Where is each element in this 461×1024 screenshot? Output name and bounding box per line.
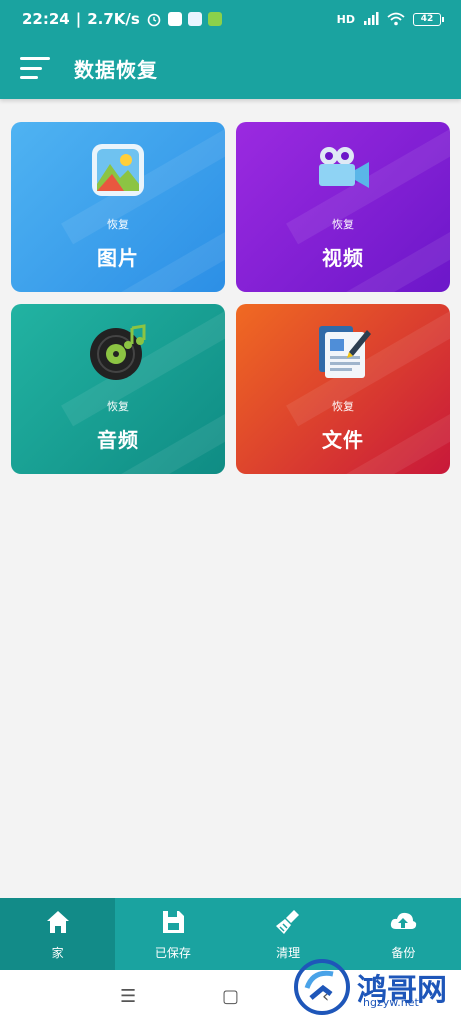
cloud-app-icon — [187, 12, 202, 26]
nav-label: 家 — [51, 945, 64, 960]
watermark-url: hgzyw.net — [363, 996, 419, 1009]
page-title: 数据恢复 — [74, 57, 158, 82]
wifi-icon — [387, 12, 405, 26]
status-time: 22:24 — [22, 10, 70, 28]
battery-icon: 42 — [413, 12, 444, 26]
card-label: 文件 — [322, 428, 364, 452]
card-caption: 恢复 — [107, 400, 129, 413]
status-bar: 22:24 | 2.7K/s HD 42 — [0, 0, 461, 38]
card-caption: 恢复 — [107, 218, 129, 231]
signal-icon — [364, 12, 379, 25]
card-label: 音频 — [97, 428, 139, 452]
broom-icon — [276, 909, 300, 934]
recover-videos-card[interactable]: 恢复 视频 — [236, 122, 450, 292]
shield-app-icon — [167, 12, 182, 26]
video-camera-icon — [319, 147, 369, 188]
nav-saved[interactable]: 已保存 — [115, 898, 230, 970]
watermark-logo-icon — [294, 959, 350, 1015]
recover-audio-card[interactable]: 恢复 音频 — [11, 304, 225, 474]
menu-icon[interactable] — [20, 57, 50, 79]
network-speed: 2.7K/s — [87, 10, 140, 28]
music-disc-icon — [90, 324, 146, 380]
app-bar: 数据恢复 — [0, 40, 461, 96]
recent-apps-icon[interactable]: ☰ — [120, 986, 136, 1007]
download-app-icon — [207, 12, 222, 26]
save-icon — [162, 910, 184, 933]
home-system-icon[interactable]: ▢ — [222, 986, 239, 1007]
recovery-grid: 恢复 图片 恢复 视频 恢复 音频 恢复 文件 — [11, 122, 450, 474]
watermark: 鸿哥网 hgzyw.net — [293, 958, 447, 1016]
nav-label: 已保存 — [154, 945, 191, 960]
cloud-upload-icon — [391, 912, 417, 929]
nav-home[interactable]: 家 — [0, 898, 116, 970]
card-label: 图片 — [97, 246, 139, 270]
top-bar: 22:24 | 2.7K/s HD 42 数据恢复 — [0, 0, 461, 99]
network-type: HD — [336, 12, 355, 26]
card-caption: 恢复 — [332, 218, 354, 231]
alarm-icon — [147, 13, 161, 27]
recover-files-card[interactable]: 恢复 文件 — [236, 304, 450, 474]
recover-photos-card[interactable]: 恢复 图片 — [11, 122, 225, 292]
document-edit-icon — [319, 326, 371, 378]
photo-icon — [92, 144, 144, 196]
home-icon — [46, 910, 69, 933]
card-label: 视频 — [322, 246, 364, 270]
card-caption: 恢复 — [332, 400, 354, 413]
